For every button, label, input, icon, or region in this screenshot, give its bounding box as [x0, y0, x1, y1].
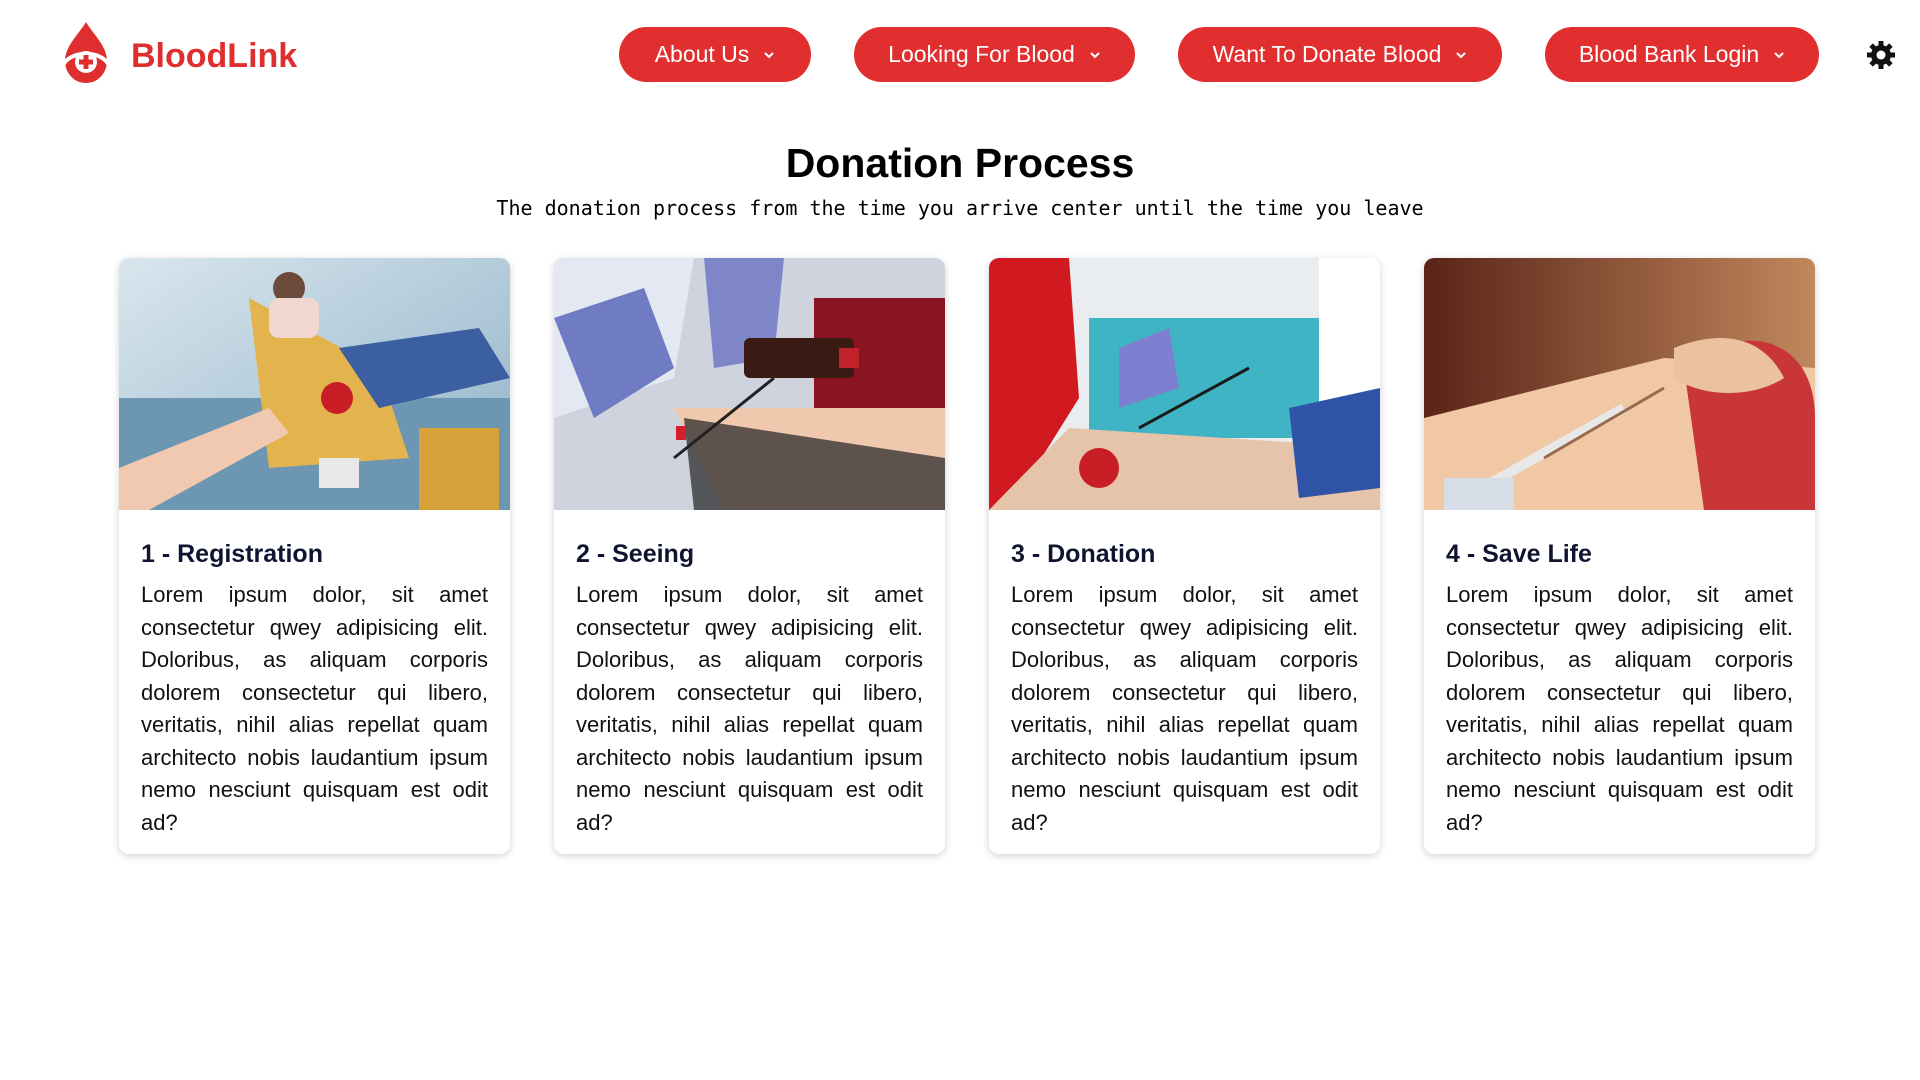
nav-want-to-donate-button[interactable]: Want To Donate Blood — [1178, 27, 1502, 82]
step-description: Lorem ipsum dolor, sit amet consectetur … — [576, 582, 923, 835]
chevron-down-icon — [1774, 51, 1784, 58]
page-subtitle: The donation process from the time you a… — [496, 196, 1424, 220]
brand-logo[interactable]: BloodLink — [57, 20, 297, 86]
nav-want-to-donate-label: Want To Donate Blood — [1212, 41, 1442, 67]
site-header: BloodLink About Us Looking For Blood Wan… — [0, 0, 1920, 110]
nav-about-us-label: About Us — [654, 41, 750, 67]
seeing-photo — [554, 258, 945, 510]
step-title: 3 - Donation — [1011, 540, 1156, 568]
chevron-down-icon — [764, 51, 775, 58]
step-description: Lorem ipsum dolor, sit amet consectetur … — [1011, 582, 1358, 835]
step-description: Lorem ipsum dolor, sit amet consectetur … — [141, 582, 488, 835]
gear-icon[interactable] — [1866, 40, 1896, 70]
save-life-photo — [1424, 258, 1815, 510]
page-title: Donation Process — [785, 140, 1135, 186]
chevron-down-icon — [1456, 51, 1467, 58]
step-description: Lorem ipsum dolor, sit amet consectetur … — [1446, 582, 1793, 835]
nav-blood-bank-login-label: Blood Bank Login — [1578, 41, 1760, 67]
step-title: 4 - Save Life — [1446, 540, 1592, 568]
donation-steps: 1 - Registration Lorem ipsum dolor, sit … — [119, 258, 1817, 858]
step-title: 1 - Registration — [141, 540, 323, 568]
step-card-registration: 1 - Registration Lorem ipsum dolor, sit … — [119, 258, 510, 854]
registration-photo — [119, 258, 510, 510]
nav-looking-for-blood-label: Looking For Blood — [888, 41, 1075, 67]
chevron-down-icon — [1090, 51, 1100, 58]
brand-name: BloodLink — [131, 36, 298, 75]
step-title: 2 - Seeing — [576, 540, 695, 568]
nav-blood-bank-login-button[interactable]: Blood Bank Login — [1545, 27, 1819, 82]
step-card-seeing: 2 - Seeing Lorem ipsum dolor, sit amet c… — [554, 258, 945, 854]
step-card-donation: 3 - Donation Lorem ipsum dolor, sit amet… — [989, 258, 1380, 854]
donation-photo — [989, 258, 1380, 510]
blood-drop-logo-icon — [61, 22, 111, 83]
nav-about-us-button[interactable]: About Us — [619, 27, 811, 82]
nav-looking-for-blood-button[interactable]: Looking For Blood — [854, 27, 1135, 82]
step-card-save-life: 4 - Save Life Lorem ipsum dolor, sit ame… — [1424, 258, 1815, 854]
